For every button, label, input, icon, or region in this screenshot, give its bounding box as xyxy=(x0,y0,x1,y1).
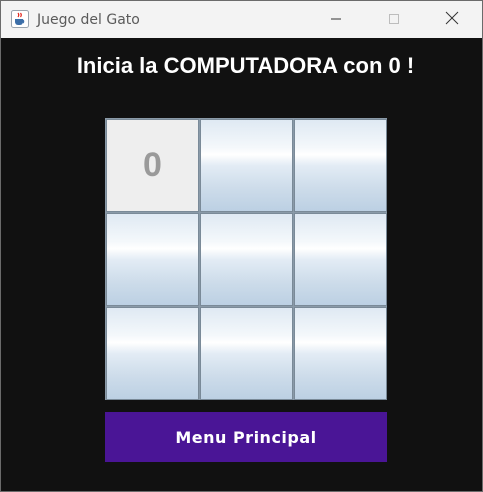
turn-message: Inicia la COMPUTADORA con 0 ! xyxy=(76,53,415,78)
board-cell-1-3[interactable] xyxy=(294,119,387,212)
title-bar[interactable]: Juego del Gato xyxy=(1,1,482,38)
board-cell-3-3[interactable] xyxy=(294,307,387,400)
board-cell-1-1[interactable]: 0 xyxy=(106,119,199,212)
window-title: Juego del Gato xyxy=(37,12,140,28)
board-cell-2-1[interactable] xyxy=(106,213,199,306)
main-menu-button[interactable]: Menu Principal xyxy=(105,412,387,462)
tic-tac-toe-board: 0 xyxy=(105,118,387,400)
board-cell-3-1[interactable] xyxy=(106,307,199,400)
close-icon xyxy=(445,10,459,29)
game-window: Juego del Gato Inicia la COMPUTADORA con… xyxy=(0,0,483,492)
board-cell-2-2[interactable] xyxy=(200,213,293,306)
java-coffee-cup-icon xyxy=(11,10,29,28)
board-cell-3-2[interactable] xyxy=(200,307,293,400)
maximize-icon xyxy=(388,10,400,29)
board-cell-1-2[interactable] xyxy=(200,119,293,212)
minimize-icon xyxy=(330,10,342,29)
minimize-button[interactable] xyxy=(313,1,359,38)
game-panel: Inicia la COMPUTADORA con 0 ! 0 Menu Pri… xyxy=(1,38,482,491)
close-button[interactable] xyxy=(429,1,475,38)
board-cell-2-3[interactable] xyxy=(294,213,387,306)
maximize-button[interactable] xyxy=(371,1,417,38)
